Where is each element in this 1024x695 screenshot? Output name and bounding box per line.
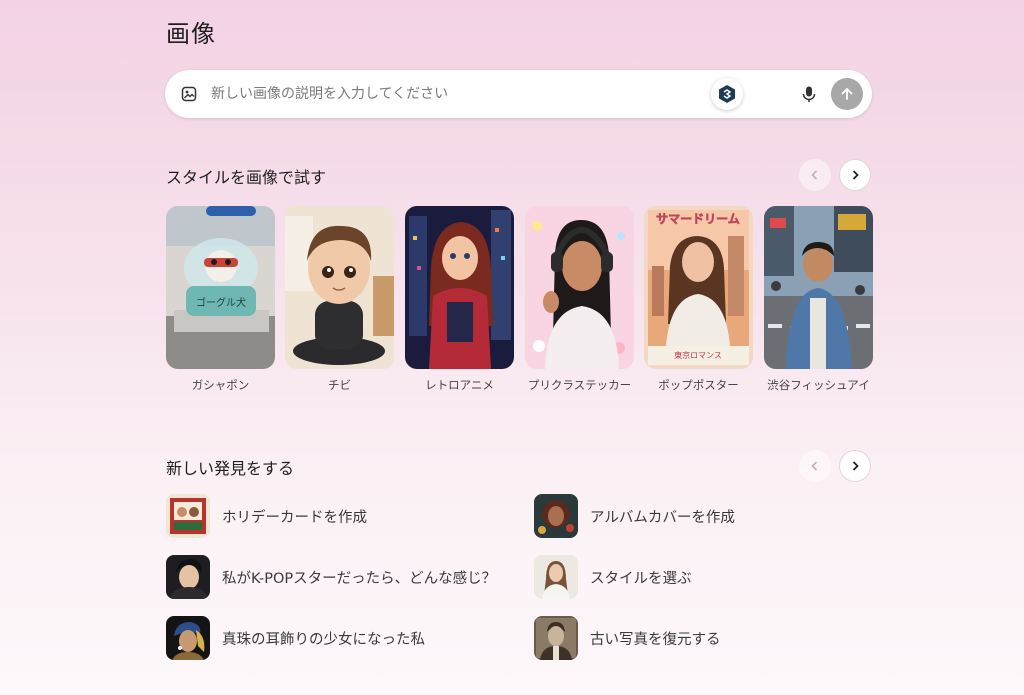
discover-thumb (534, 555, 578, 599)
chevron-left-icon (811, 461, 818, 471)
style-card-gashapon[interactable]: ゴーグル犬 ガシャポン (166, 206, 275, 393)
send-button[interactable] (831, 78, 863, 110)
styles-prev-button[interactable] (799, 159, 831, 191)
style-label: 渋谷フィッシュアイ (767, 378, 870, 392)
style-thumb (764, 206, 873, 369)
discover-section-title: 新しい発見をする (166, 459, 295, 478)
add-image-icon[interactable] (181, 86, 197, 102)
discover-item-choose-style[interactable]: スタイルを選ぶ (534, 554, 692, 600)
discover-item-kpop-star[interactable]: 私がK-POPスターだったら、どんな感じ？ (166, 554, 496, 600)
discover-label: スタイルを選ぶ (590, 570, 692, 587)
chevron-right-icon (852, 170, 859, 180)
style-card-chibi[interactable]: チビ (285, 206, 394, 393)
poster-title-text: サマードリーム (656, 212, 740, 226)
style-thumb (405, 206, 514, 369)
discover-thumb (534, 616, 578, 660)
discover-item-album-cover[interactable]: アルバムカバーを作成 (534, 493, 735, 539)
prompt-input[interactable] (211, 82, 691, 106)
discover-next-button[interactable] (839, 450, 871, 482)
chevron-left-icon (811, 170, 818, 180)
page-title: 画像 (166, 20, 216, 48)
style-card-pop-poster[interactable]: サマードリーム 東京ロマンス ポップポスター (644, 206, 753, 393)
style-card-purikura-sticker[interactable]: プリクラステッカー (525, 206, 634, 393)
discover-thumb (166, 616, 210, 660)
style-thumb: サマードリーム 東京ロマンス (644, 206, 753, 369)
style-thumb (525, 206, 634, 369)
style-label: プリクラステッカー (527, 378, 632, 392)
discover-thumb (166, 555, 210, 599)
poster-subtitle-text: 東京ロマンス (674, 350, 722, 360)
style-card-shibuya-fisheye[interactable]: 渋谷フィッシュアイ (764, 206, 873, 393)
style-label: ガシャポン (191, 378, 250, 392)
style-card-retro-anime[interactable]: レトロアニメ (405, 206, 514, 393)
style-thumb: ゴーグル犬 (166, 206, 275, 369)
discover-label: 古い写真を復元する (590, 631, 721, 648)
styles-next-button[interactable] (839, 159, 871, 191)
microphone-icon[interactable] (799, 84, 819, 104)
discover-thumb (534, 494, 578, 538)
gashapon-label-text: ゴーグル犬 (196, 296, 246, 309)
image-model-badge[interactable] (711, 78, 743, 110)
style-label: チビ (328, 378, 351, 392)
discover-thumb (166, 494, 210, 538)
chevron-right-icon (852, 461, 859, 471)
discover-label: ホリデーカードを作成 (222, 509, 367, 526)
discover-item-holiday-card[interactable]: ホリデーカードを作成 (166, 493, 367, 539)
discover-item-pearl-earring[interactable]: 真珠の耳飾りの少女になった私 (166, 615, 425, 661)
style-thumb (285, 206, 394, 369)
discover-item-restore-photo[interactable]: 古い写真を復元する (534, 615, 721, 661)
arrow-up-icon (841, 88, 853, 100)
discover-label: 私がK-POPスターだったら、どんな感じ？ (222, 570, 497, 587)
prompt-bar (165, 70, 872, 118)
model-hexagon-icon (719, 85, 735, 103)
style-label: ポップポスター (658, 378, 739, 392)
styles-section-title: スタイルを画像で試す (166, 168, 327, 187)
discover-prev-button[interactable] (799, 450, 831, 482)
style-label: レトロアニメ (425, 378, 494, 392)
discover-label: アルバムカバーを作成 (590, 509, 735, 526)
discover-label: 真珠の耳飾りの少女になった私 (222, 631, 425, 648)
